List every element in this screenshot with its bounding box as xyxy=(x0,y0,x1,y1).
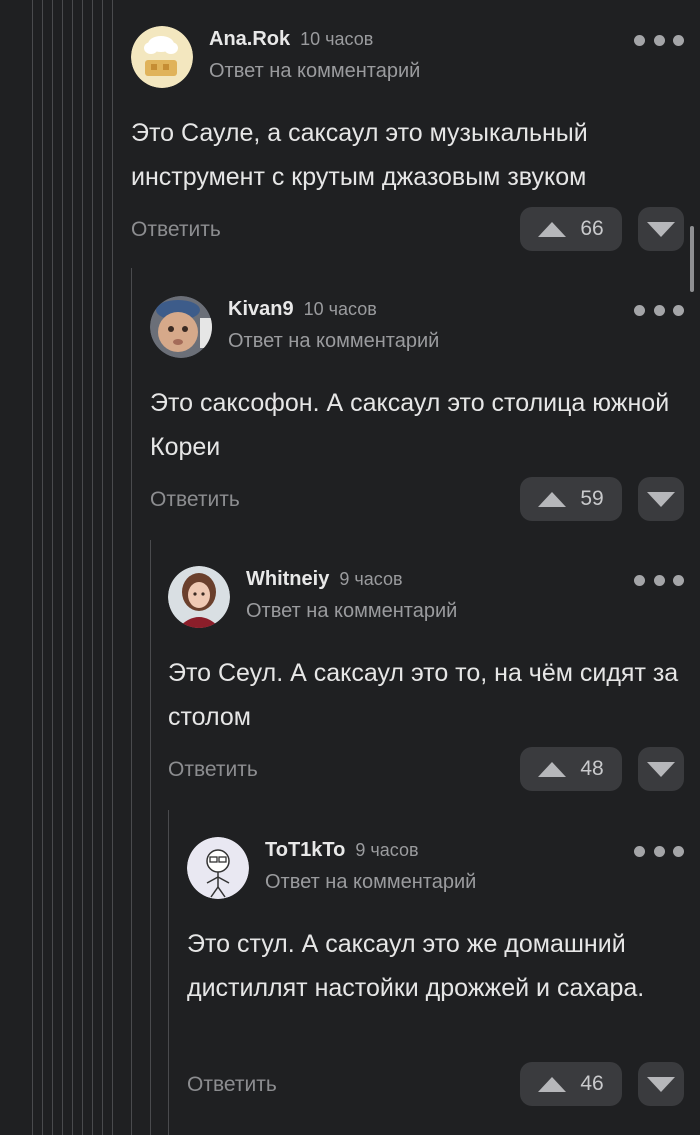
comment-text: Это Сауле, а саксаул это музыкальный инс… xyxy=(131,119,588,191)
rating-count: 66 xyxy=(580,217,604,240)
author-name[interactable]: ToT1kTo xyxy=(265,839,345,861)
reply-to-label[interactable]: Ответ на комментарий xyxy=(265,871,476,894)
thread-line xyxy=(102,0,103,1135)
upvote-triangle-icon xyxy=(538,221,567,237)
downvote-triangle-icon xyxy=(647,1076,675,1092)
comment: Kivan9 10 часов Ответ на комментарий Это … xyxy=(150,296,684,526)
comment-header: Ana.Rok 10 часов xyxy=(209,28,373,51)
thread-line xyxy=(92,0,93,1135)
more-dots-icon[interactable] xyxy=(634,843,684,859)
upvote-button[interactable]: 48 xyxy=(520,747,622,791)
comment: ToT1kTo 9 часов Ответ на комментарий Это … xyxy=(187,837,684,1112)
avatar[interactable] xyxy=(168,566,230,628)
comment-text: Это Сеул. А саксаул это то, на чём сидят… xyxy=(168,659,679,731)
comment: Whitneiy 9 часов Ответ на комментарий Это… xyxy=(168,566,684,796)
reply-button[interactable]: Ответить xyxy=(168,758,258,782)
thread-line xyxy=(168,810,169,1135)
comment-header: ToT1kTo 9 часов xyxy=(265,839,419,862)
comment-time: 10 часов xyxy=(300,29,374,49)
author-name[interactable]: Kivan9 xyxy=(228,298,294,320)
comment-time: 10 часов xyxy=(303,299,377,319)
downvote-triangle-icon xyxy=(647,491,675,507)
upvote-triangle-icon xyxy=(538,491,567,507)
thread-line xyxy=(52,0,53,1135)
rating-count: 59 xyxy=(580,487,604,510)
scrollbar[interactable] xyxy=(690,226,694,292)
downvote-button[interactable] xyxy=(638,1062,684,1106)
thread-line xyxy=(131,268,132,1135)
thread-line xyxy=(72,0,73,1135)
comment-text: Это стул. А саксаул это же домашний дист… xyxy=(187,930,645,1002)
comment-time: 9 часов xyxy=(339,569,403,589)
rating-count: 48 xyxy=(580,757,604,780)
downvote-button[interactable] xyxy=(638,207,684,251)
more-dots-icon[interactable] xyxy=(634,32,684,48)
avatar[interactable] xyxy=(187,837,249,899)
comment-thread-page: Ana.Rok 10 часов Ответ на комментарий Это… xyxy=(0,0,700,1135)
thread-line xyxy=(112,0,113,1135)
reply-to-label[interactable]: Ответ на комментарий xyxy=(228,330,439,353)
avatar[interactable] xyxy=(150,296,212,358)
downvote-triangle-icon xyxy=(647,761,675,777)
upvote-triangle-icon xyxy=(538,1076,567,1092)
reply-to-label[interactable]: Ответ на комментарий xyxy=(209,60,420,83)
author-name[interactable]: Ana.Rok xyxy=(209,28,290,50)
comment-header: Whitneiy 9 часов xyxy=(246,568,403,591)
reply-to-label[interactable]: Ответ на комментарий xyxy=(246,600,457,623)
comment-text: Это саксофон. А саксаул это столица южно… xyxy=(150,389,670,461)
comment-header: Kivan9 10 часов xyxy=(228,298,377,321)
thread-line xyxy=(62,0,63,1135)
comment-time: 9 часов xyxy=(355,840,419,860)
author-name[interactable]: Whitneiy xyxy=(246,568,329,590)
upvote-button[interactable]: 66 xyxy=(520,207,622,251)
reply-button[interactable]: Ответить xyxy=(187,1073,277,1097)
comment: Ana.Rok 10 часов Ответ на комментарий Это… xyxy=(131,26,684,256)
thread-line xyxy=(32,0,33,1135)
upvote-button[interactable]: 59 xyxy=(520,477,622,521)
avatar[interactable] xyxy=(131,26,193,88)
downvote-triangle-icon xyxy=(647,221,675,237)
downvote-button[interactable] xyxy=(638,477,684,521)
downvote-button[interactable] xyxy=(638,747,684,791)
thread-line xyxy=(42,0,43,1135)
upvote-button[interactable]: 46 xyxy=(520,1062,622,1106)
reply-button[interactable]: Ответить xyxy=(131,218,221,242)
rating-count: 46 xyxy=(580,1072,604,1095)
reply-button[interactable]: Ответить xyxy=(150,488,240,512)
more-dots-icon[interactable] xyxy=(634,572,684,588)
thread-line xyxy=(150,540,151,1135)
upvote-triangle-icon xyxy=(538,761,567,777)
thread-line xyxy=(82,0,83,1135)
more-dots-icon[interactable] xyxy=(634,302,684,318)
